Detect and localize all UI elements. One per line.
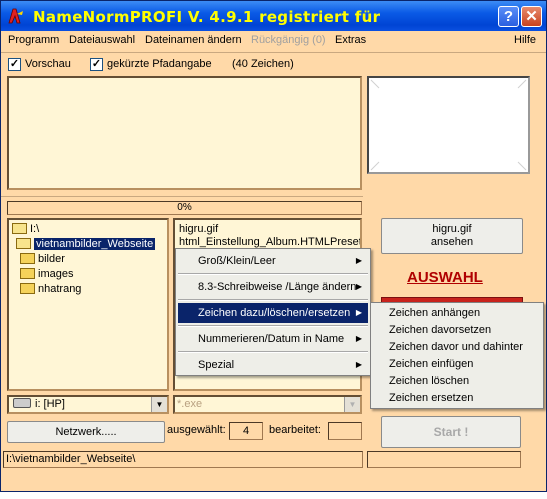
ctx-separator <box>178 273 368 275</box>
short-path-label: gekürzte Pfadangabe <box>107 58 212 70</box>
folder-icon <box>20 253 35 264</box>
menu-rueckgaengig[interactable]: Rückgängig (0) <box>251 34 326 46</box>
ctx-label: Spezial <box>198 359 235 371</box>
ctx-label: Nummerieren/Datum in Name <box>198 333 345 345</box>
status-path: I:\vietnambilder_Webseite\ <box>3 451 363 468</box>
app-logo-icon <box>8 8 23 24</box>
drive-select[interactable]: i: [HP] ▼ <box>7 395 169 414</box>
tree-item-label: I:\ <box>30 223 40 235</box>
progress-divider <box>1 196 363 197</box>
ctx-separator <box>178 325 368 327</box>
ctx-separator <box>178 351 368 353</box>
tree-item-bilder[interactable]: bilder <box>20 252 65 266</box>
ctx-nummerieren[interactable]: Nummerieren/Datum in Name ▶ <box>178 329 368 349</box>
edited-label: bearbeitet: <box>269 424 321 436</box>
folder-icon <box>20 268 35 279</box>
sub-anhaengen[interactable]: Zeichen anhängen <box>373 305 541 322</box>
menu-extras[interactable]: Extras <box>335 34 366 46</box>
help-button[interactable]: ? <box>498 6 519 27</box>
tree-item-label: vietnambilder_Webseite <box>34 238 156 250</box>
menu-bar: Programm Dateiauswahl Dateinamen ändern … <box>1 31 546 51</box>
sub-davor-dahinter[interactable]: Zeichen davor und dahinter <box>373 339 541 356</box>
tree-item-label: bilder <box>38 253 65 265</box>
close-button[interactable]: ✕ <box>521 6 542 27</box>
title-bar[interactable]: NameNormPROFI V. 4.9.1 registriert für ?… <box>1 1 546 31</box>
context-menu: Groß/Klein/Leer ▶ 8.3-Schreibweise /Läng… <box>175 248 371 376</box>
file-item[interactable]: html_Einstellung_Album.HTMLPreset <box>179 236 360 248</box>
menu-dateinamen-aendern[interactable]: Dateinamen ändern <box>145 34 242 46</box>
progress-bar: 0% <box>7 201 362 215</box>
tree-item-root[interactable]: I:\ <box>12 222 39 236</box>
folder-tree[interactable]: I:\ vietnambilder_Webseite bilder images… <box>7 218 169 391</box>
start-button[interactable]: Start ! <box>381 416 521 448</box>
preview-label: Vorschau <box>25 58 71 70</box>
sub-davorsetzen[interactable]: Zeichen davorsetzen <box>373 322 541 339</box>
network-button[interactable]: Netzwerk..... <box>7 421 165 443</box>
selected-count: 4 <box>229 422 263 440</box>
ctx-8-3[interactable]: 8.3-Schreibweise /Länge ändern ▶ <box>178 277 368 297</box>
open-folder-icon <box>16 238 31 249</box>
menu-dateiauswahl[interactable]: Dateiauswahl <box>69 34 135 46</box>
image-preview <box>367 76 530 174</box>
auswahl-link[interactable]: AUSWAHL <box>407 269 483 286</box>
view-file-action: ansehen <box>430 236 474 248</box>
ctx-label: Groß/Klein/Leer <box>198 255 276 267</box>
tree-item-nhatrang[interactable]: nhatrang <box>20 282 81 296</box>
open-folder-icon <box>12 223 27 234</box>
main-window: NameNormPROFI V. 4.9.1 registriert für ?… <box>0 0 547 492</box>
chevron-down-icon[interactable]: ▼ <box>151 397 167 412</box>
edited-count <box>328 422 362 440</box>
ctx-zeichen[interactable]: Zeichen dazu/löschen/ersetzen ▶ <box>178 303 368 323</box>
tree-item-label: nhatrang <box>38 283 82 295</box>
view-file-name: higru.gif <box>432 223 472 235</box>
status-panel <box>367 451 521 468</box>
submenu: Zeichen anhängen Zeichen davorsetzen Zei… <box>370 302 544 409</box>
preview-area <box>7 76 362 190</box>
sub-ersetzen[interactable]: Zeichen ersetzen <box>373 390 541 407</box>
chevron-down-icon[interactable]: ▼ <box>344 397 360 412</box>
menu-programm[interactable]: Programm <box>8 34 59 46</box>
submenu-arrow-icon: ▶ <box>355 282 362 291</box>
tree-item-vietnambilder[interactable]: vietnambilder_Webseite <box>16 237 156 251</box>
filter-value: *.exe <box>177 398 203 410</box>
drive-icon <box>13 398 31 408</box>
tree-item-label: images <box>38 268 74 280</box>
short-path-checkbox[interactable]: ✓ <box>90 58 103 71</box>
submenu-arrow-icon: ▶ <box>355 308 362 317</box>
submenu-arrow-icon: ▶ <box>355 256 362 265</box>
sub-einfuegen[interactable]: Zeichen einfügen <box>373 356 541 373</box>
ctx-spezial[interactable]: Spezial ▶ <box>178 355 368 375</box>
file-item[interactable]: higru.gif <box>179 223 218 235</box>
image-placeholder-icon <box>370 79 527 171</box>
bottom-strip <box>0 492 547 499</box>
selected-label: ausgewählt: <box>167 424 226 436</box>
ctx-label: 8.3-Schreibweise /Länge ändern <box>198 281 357 293</box>
char-count-label: (40 Zeichen) <box>232 58 294 70</box>
preview-checkbox[interactable]: ✓ <box>8 58 21 71</box>
ctx-label: Zeichen dazu/löschen/ersetzen <box>198 307 351 319</box>
view-file-button[interactable]: higru.gif ansehen <box>381 218 523 254</box>
file-filter-select[interactable]: *.exe ▼ <box>173 395 362 414</box>
ctx-separator <box>178 299 368 301</box>
window-title: NameNormPROFI V. 4.9.1 registriert für <box>33 8 381 26</box>
ctx-gross-klein[interactable]: Groß/Klein/Leer ▶ <box>178 251 368 271</box>
submenu-arrow-icon: ▶ <box>355 360 362 369</box>
menu-divider <box>1 52 546 53</box>
tree-item-images[interactable]: images <box>20 267 73 281</box>
submenu-arrow-icon: ▶ <box>355 334 362 343</box>
drive-value: i: [HP] <box>35 398 65 410</box>
sub-loeschen[interactable]: Zeichen löschen <box>373 373 541 390</box>
menu-hilfe[interactable]: Hilfe <box>514 34 536 46</box>
folder-icon <box>20 283 35 294</box>
